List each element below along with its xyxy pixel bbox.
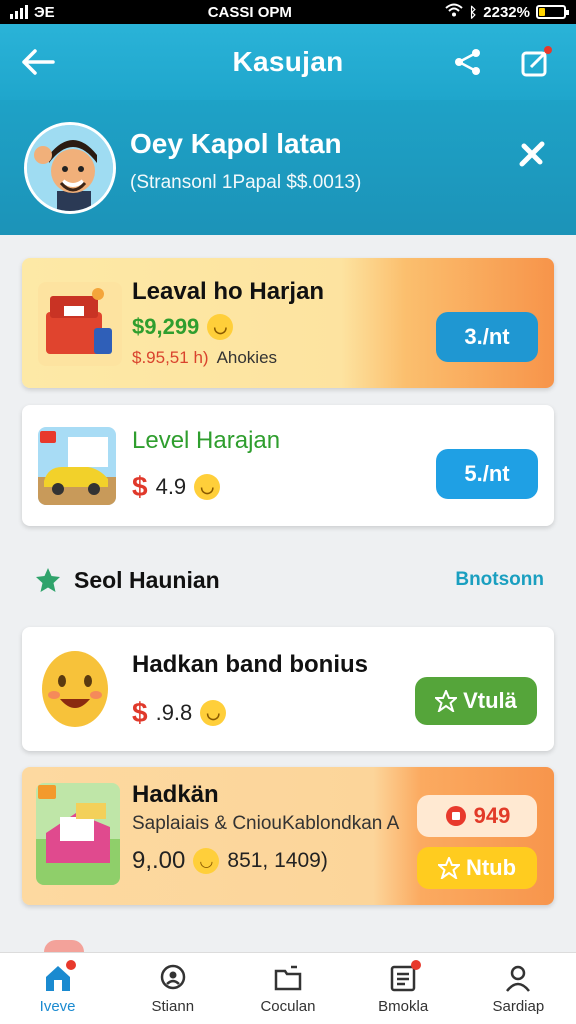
offer-card[interactable]: Level Harajan $ 4.9 ◡ 5./nt bbox=[22, 405, 554, 526]
signal-icon bbox=[10, 5, 28, 19]
price-row: $9,299 ◡ bbox=[132, 314, 234, 340]
edit-button[interactable] bbox=[514, 40, 558, 84]
smile-icon: ◡ bbox=[207, 314, 234, 340]
back-button[interactable] bbox=[16, 40, 60, 84]
nav-label: Coculan bbox=[260, 998, 316, 1015]
price-row: 9,.00 ◡ 851, 1409) bbox=[132, 847, 328, 875]
share-icon bbox=[455, 49, 480, 75]
close-icon bbox=[519, 141, 545, 167]
bonus-card[interactable]: Hadkan band bonius $ .9.8 ◡ Vtulä bbox=[22, 627, 554, 751]
ntub-button[interactable]: Ntub bbox=[417, 847, 537, 889]
smile-icon: ◡ bbox=[194, 474, 221, 500]
profile-banner: Oey Kapol latan (Stransonl 1Papal $$.001… bbox=[0, 100, 576, 235]
profile-name: Oey Kapol latan bbox=[130, 128, 342, 159]
section-title: Seol Haunian bbox=[74, 566, 220, 593]
wifi-icon bbox=[445, 3, 463, 21]
price-row: $ 4.9 ◡ bbox=[132, 471, 221, 503]
sub-price: $.95,51 h) bbox=[132, 348, 209, 367]
edit-icon bbox=[521, 46, 552, 77]
price-value: 4.9 bbox=[155, 474, 187, 499]
gift-thumbnail bbox=[36, 783, 120, 885]
ntub-button-label: Ntub bbox=[465, 855, 517, 880]
claim-button-label: 3./nt bbox=[464, 324, 510, 349]
folder-icon bbox=[272, 962, 304, 994]
sub-price-row: $.95,51 h) Ahokies bbox=[132, 348, 277, 368]
promo-card[interactable]: Hadkän Saplaiais & CniouKablondkan A 9,.… bbox=[22, 767, 554, 905]
share-button[interactable] bbox=[446, 40, 490, 84]
page-title: Kasujan bbox=[232, 46, 344, 77]
nav-home[interactable]: Iveve bbox=[3, 960, 113, 1015]
gear-badge-icon bbox=[445, 806, 466, 826]
points-button[interactable]: 949 bbox=[417, 795, 537, 837]
partial-card bbox=[44, 940, 84, 952]
card-title: Leaval ho Harjan bbox=[132, 278, 325, 305]
home-icon bbox=[42, 960, 76, 994]
nav-label: Sardiap bbox=[492, 998, 545, 1015]
section-link[interactable]: Bnotsonn bbox=[455, 569, 544, 591]
offer-card[interactable]: Leaval ho Harjan $9,299 ◡ $.95,51 h) Aho… bbox=[22, 258, 554, 388]
claim-button-label: 5./nt bbox=[464, 461, 510, 486]
sub-label: Ahokies bbox=[216, 348, 278, 367]
price-extra: 851, 1409) bbox=[227, 849, 328, 872]
toolbox-thumbnail bbox=[38, 282, 122, 366]
claim-button[interactable]: 5./nt bbox=[436, 449, 538, 499]
price-symbol: $ bbox=[132, 471, 148, 502]
nav-documents[interactable]: Bmokla bbox=[348, 960, 458, 1015]
nav-label: Stiann bbox=[151, 998, 195, 1015]
vtula-button-label: Vtulä bbox=[463, 688, 517, 713]
price: 9,.00 bbox=[132, 847, 186, 874]
battery-percent: 2232% bbox=[483, 3, 530, 21]
section-header: Seol Haunian Bnotsonn bbox=[34, 562, 544, 598]
arrow-left-icon bbox=[22, 49, 55, 75]
price-symbol: $ bbox=[132, 697, 148, 728]
status-bar: ЭЕ CASSI OPM ᛒ 2232% bbox=[0, 0, 576, 24]
car-thumbnail bbox=[38, 427, 116, 505]
claim-button[interactable]: 3./nt bbox=[436, 312, 538, 362]
smile-icon: ◡ bbox=[200, 700, 227, 726]
search-person-icon bbox=[157, 962, 189, 994]
bottom-nav: Iveve Stiann Coculan Bmokla Sardiap bbox=[0, 952, 576, 1024]
nav-profile[interactable]: Sardiap bbox=[463, 962, 573, 1015]
nav-folder[interactable]: Coculan bbox=[233, 962, 343, 1015]
avatar[interactable] bbox=[24, 122, 116, 214]
card-description: Saplaiais & CniouKablondkan A bbox=[132, 813, 400, 834]
smile-icon: ◡ bbox=[193, 848, 220, 874]
app-header: Kasujan bbox=[0, 24, 576, 100]
card-title: Level Harajan bbox=[132, 427, 281, 454]
user-icon bbox=[502, 962, 534, 994]
battery-icon bbox=[536, 5, 569, 19]
price-value: .9.8 bbox=[155, 700, 193, 725]
close-button[interactable] bbox=[512, 134, 552, 174]
card-title: Hadkän bbox=[132, 781, 219, 808]
nav-search[interactable]: Stiann bbox=[118, 962, 228, 1015]
profile-subtitle: (Stransonl 1Papal $$.0013) bbox=[130, 172, 362, 193]
vtula-button[interactable]: Vtulä bbox=[415, 677, 537, 725]
emoji-thumbnail bbox=[40, 647, 110, 731]
card-desc-row: Saplaiais & CniouKablondkan A bbox=[132, 813, 399, 835]
star-badge-icon bbox=[437, 857, 460, 879]
card-title: Hadkan band bonius bbox=[132, 651, 369, 678]
carrier-label: ЭЕ bbox=[34, 3, 55, 21]
price-row: $ .9.8 ◡ bbox=[132, 697, 227, 729]
points-button-label: 949 bbox=[473, 803, 511, 828]
nav-label: Bmokla bbox=[378, 998, 429, 1015]
nav-label: Iveve bbox=[39, 998, 76, 1015]
price: $9,299 bbox=[132, 314, 200, 339]
status-time: CASSI OPM bbox=[207, 3, 292, 21]
bluetooth-icon: ᛒ bbox=[468, 4, 478, 20]
star-icon bbox=[36, 568, 60, 592]
document-icon bbox=[387, 960, 422, 994]
badge-icon bbox=[435, 690, 458, 712]
